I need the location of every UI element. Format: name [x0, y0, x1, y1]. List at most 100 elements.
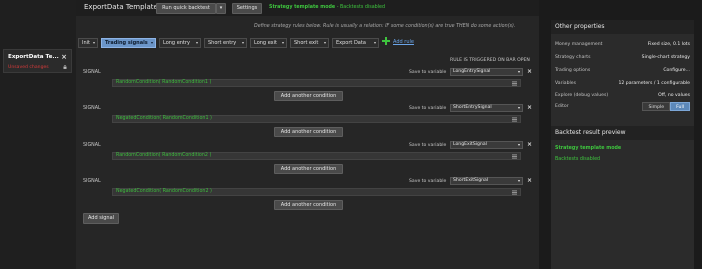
tab-label: Trading signals: [105, 40, 148, 46]
chevron-down-icon: ▾: [517, 105, 520, 110]
chevron-down-icon: ▾: [517, 178, 520, 183]
condition-text: NegatedCondition( RandomCondition1 ): [116, 116, 212, 121]
property-value: 12 parameters / 1 configurable: [618, 81, 691, 86]
add-condition-button[interactable]: Add another condition: [274, 164, 343, 174]
run-options-dropdown[interactable]: ▾: [216, 3, 226, 14]
tab-init[interactable]: Init ▾: [78, 38, 98, 48]
property-key: Variables: [555, 81, 576, 86]
tab-trading-signals[interactable]: Trading signals ▾: [101, 38, 156, 48]
rules-hint: Define strategy rules below. Rule is usu…: [254, 24, 516, 29]
chevron-down-icon: ▾: [373, 40, 376, 45]
chevron-down-icon: ▾: [241, 40, 244, 45]
property-key: Editor: [555, 104, 569, 109]
tab-label: Long exit: [254, 40, 277, 46]
rule-trigger-note: RULE IS TRIGGERED ON BAR OPEN: [450, 58, 530, 63]
add-condition-button[interactable]: Add another condition: [274, 200, 343, 210]
save-to-variable-label: Save to variable: [409, 70, 447, 75]
property-value: Single-chart strategy: [641, 55, 690, 60]
signal-block: SIGNAL Save to variable ShortExitSignal ▾…: [76, 177, 539, 214]
condition-text: RandomCondition( RandomCondition1 ): [116, 80, 212, 85]
chevron-down-icon: ▾: [517, 142, 520, 147]
editor-mode-toggle[interactable]: Simple Full: [642, 102, 690, 111]
signal-label: SIGNAL: [83, 106, 101, 111]
property-strategy-charts[interactable]: Strategy charts Single-chart strategy: [555, 53, 690, 63]
property-key: Explore (debug values): [555, 93, 609, 98]
save-to-variable-label: Save to variable: [409, 143, 447, 148]
backtest-preview-heading: Backtest result preview: [551, 126, 694, 140]
variable-value: LongEntrySignal: [453, 69, 491, 74]
variable-select[interactable]: ShortEntrySignal ▾: [450, 104, 523, 112]
editor-simple-option[interactable]: Simple: [642, 102, 671, 111]
add-condition-button[interactable]: Add another condition: [274, 91, 343, 101]
chevron-down-icon: ▾: [219, 5, 223, 11]
tab-long-exit[interactable]: Long exit ▾: [250, 38, 287, 48]
condition-text: RandomCondition( RandomCondition2 ): [116, 153, 212, 158]
signal-label: SIGNAL: [83, 70, 101, 75]
variable-select[interactable]: LongExitSignal ▾: [450, 141, 523, 149]
remove-signal-icon[interactable]: ×: [527, 177, 532, 184]
main-editor: ExportData Template Run quick backtest ▾…: [76, 0, 539, 269]
property-value: Off, no values: [658, 93, 690, 98]
other-properties-heading: Other properties: [551, 20, 694, 34]
close-icon[interactable]: ×: [61, 53, 67, 61]
preview-mode-label: Strategy template mode: [555, 146, 622, 151]
chevron-down-icon: ▾: [281, 40, 284, 45]
condition-row[interactable]: NegatedCondition( RandomCondition1 ): [112, 115, 521, 123]
remove-signal-icon[interactable]: ×: [527, 104, 532, 111]
property-key: Money management: [555, 42, 603, 47]
property-variables[interactable]: Variables 12 parameters / 1 configurable: [555, 79, 690, 89]
tab-label: Long entry: [163, 40, 190, 46]
signal-label: SIGNAL: [83, 143, 101, 148]
add-condition-button[interactable]: Add another condition: [274, 127, 343, 137]
chevron-down-icon: ▾: [92, 40, 95, 45]
title-bar: ExportData Template Run quick backtest ▾…: [76, 0, 539, 16]
mode-status: Backtests disabled: [339, 5, 386, 10]
menu-icon[interactable]: [512, 190, 517, 195]
run-quick-backtest-button[interactable]: Run quick backtest: [156, 3, 216, 14]
condition-row[interactable]: RandomCondition( RandomCondition2 ): [112, 152, 521, 160]
save-to-variable-label: Save to variable: [409, 179, 447, 184]
unsaved-status: Unsaved changes: [8, 65, 49, 70]
menu-icon[interactable]: [512, 81, 517, 86]
variable-select[interactable]: ShortExitSignal ▾: [450, 177, 523, 185]
settings-button[interactable]: Settings: [232, 3, 262, 14]
add-signal-button[interactable]: Add signal: [83, 213, 119, 224]
variable-select[interactable]: LongEntrySignal ▾: [450, 68, 523, 76]
property-key: Strategy charts: [555, 55, 591, 60]
preview-status: Backtests disabled: [555, 157, 601, 162]
tab-long-entry[interactable]: Long entry ▾: [159, 38, 201, 48]
document-sidebar: ExportData Te... × Unsaved changes: [0, 0, 76, 269]
tab-label: Export Data: [336, 40, 366, 46]
remove-signal-icon[interactable]: ×: [527, 68, 532, 75]
tab-short-entry[interactable]: Short entry ▾: [204, 38, 247, 48]
property-key: Trading options: [555, 68, 591, 73]
document-tab[interactable]: ExportData Te... × Unsaved changes: [3, 49, 72, 73]
chevron-down-icon: ▾: [323, 40, 326, 45]
property-explore[interactable]: Explore (debug values) Off, no values: [555, 91, 690, 101]
condition-row[interactable]: RandomCondition( RandomCondition1 ): [112, 79, 521, 87]
tab-export-data[interactable]: Export Data ▾: [332, 38, 379, 48]
mode-indicator: Strategy template mode - Backtests disab…: [269, 5, 385, 10]
tab-label: Short exit: [294, 40, 319, 46]
variable-value: LongExitSignal: [453, 142, 487, 147]
document-tab-name: ExportData Te...: [8, 54, 59, 60]
tab-short-exit[interactable]: Short exit ▾: [290, 38, 329, 48]
signal-block: SIGNAL Save to variable ShortEntrySignal…: [76, 104, 539, 141]
chevron-down-icon: ▾: [195, 40, 198, 45]
variable-value: ShortEntrySignal: [453, 105, 492, 110]
mode-label: Strategy template mode: [269, 5, 336, 10]
editor-full-option[interactable]: Full: [670, 102, 690, 111]
condition-row[interactable]: NegatedCondition( RandomCondition2 ): [112, 188, 521, 196]
property-trading-options[interactable]: Trading options Configure...: [555, 66, 690, 76]
menu-icon[interactable]: [512, 154, 517, 159]
remove-signal-icon[interactable]: ×: [527, 141, 532, 148]
lock-icon: [63, 65, 67, 69]
signal-block: SIGNAL Save to variable LongExitSignal ▾ …: [76, 141, 539, 178]
property-value: Fixed size, 0.1 lots: [647, 42, 690, 47]
property-money-management[interactable]: Money management Fixed size, 0.1 lots: [555, 40, 690, 50]
tab-label: Short entry: [208, 40, 237, 46]
chevron-down-icon: ▾: [517, 69, 520, 74]
plus-icon: [382, 37, 390, 45]
property-value: Configure...: [663, 68, 690, 73]
menu-icon[interactable]: [512, 117, 517, 122]
